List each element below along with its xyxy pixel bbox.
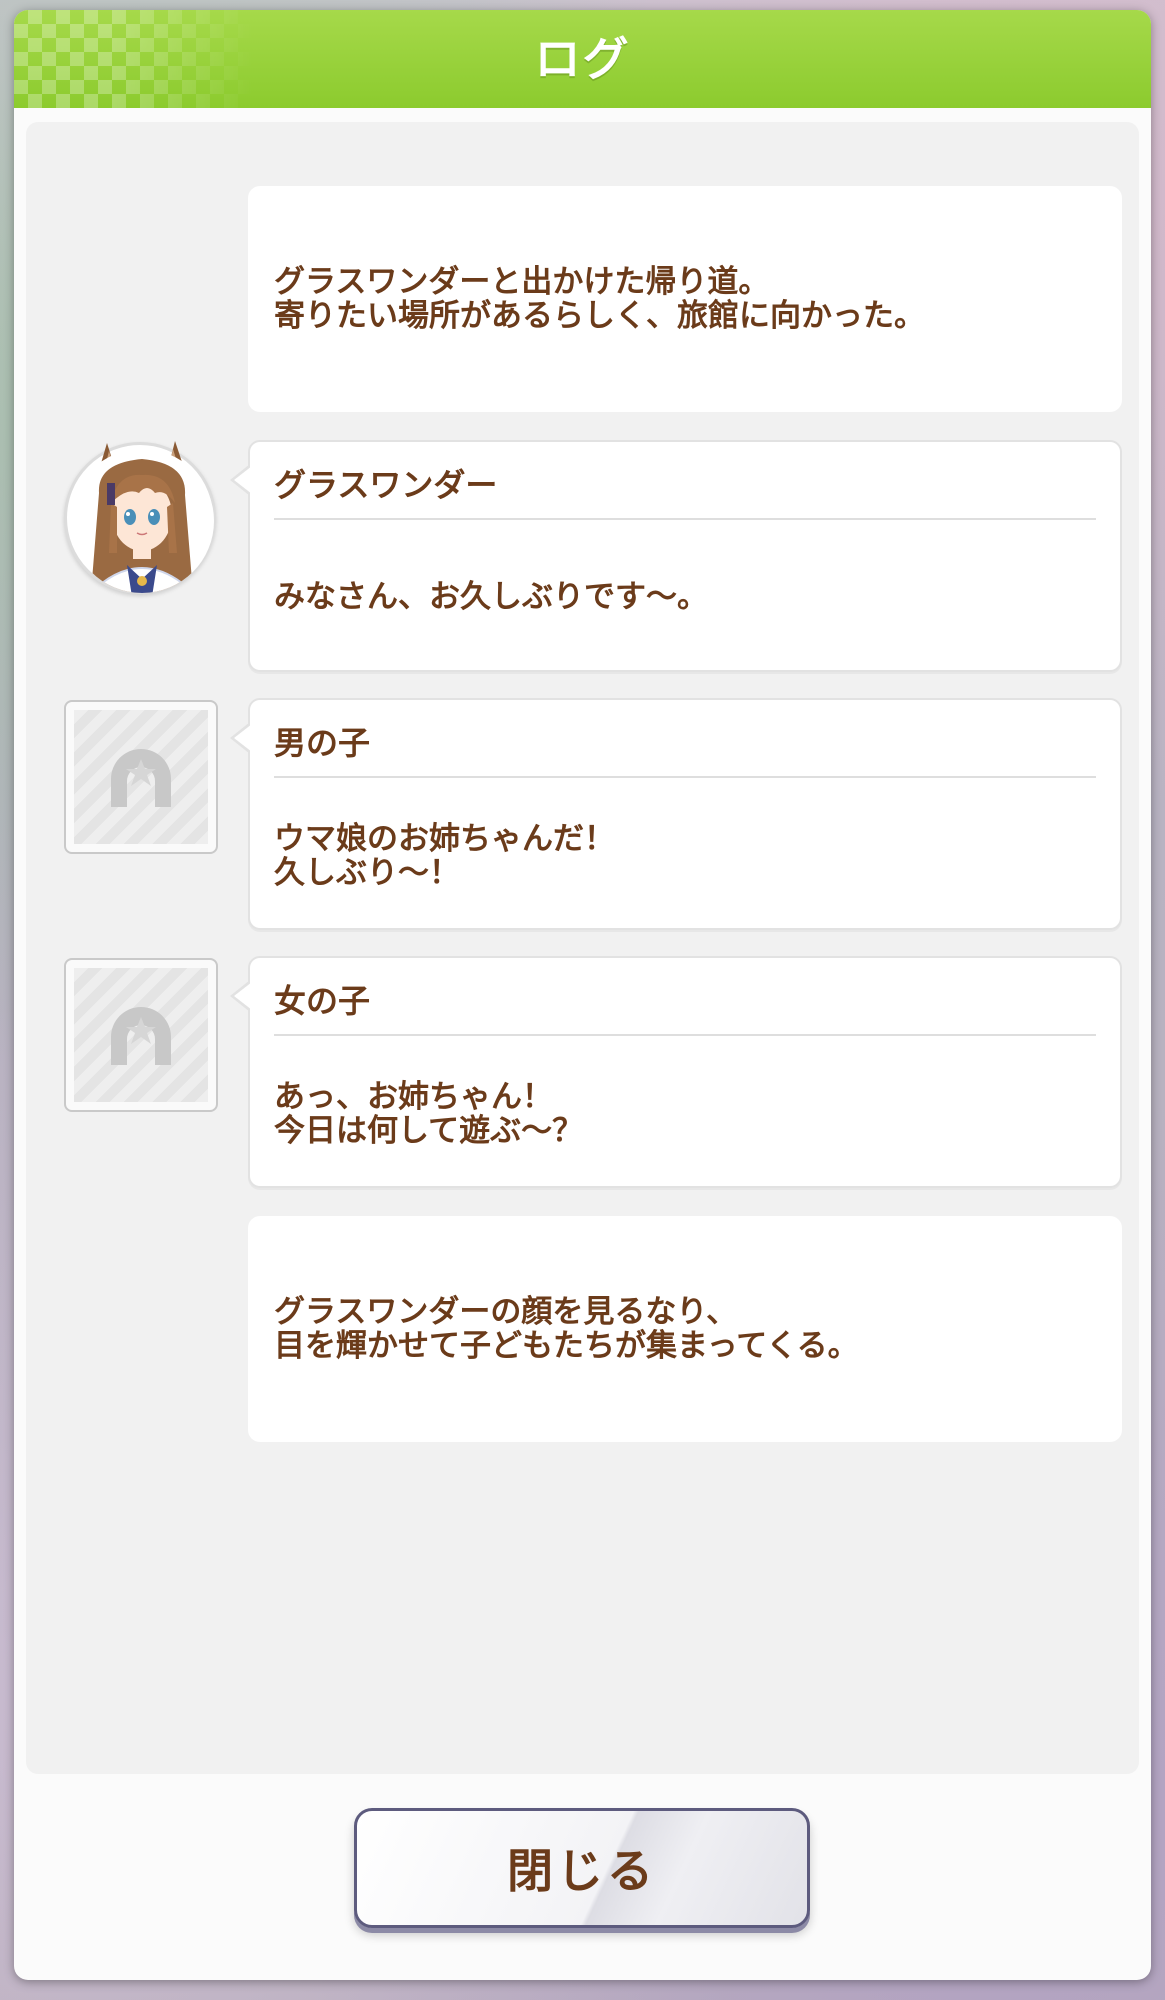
placeholder-avatar	[64, 700, 218, 854]
dialogue-text: あっ、お姉ちゃん！ 今日は何して遊ぶ～？	[274, 1079, 584, 1149]
character-portrait	[70, 441, 214, 593]
dialog-title: ログ	[534, 32, 631, 86]
dialogue-entry: グラスワンダー みなさん、お久しぶりです～。	[230, 440, 1122, 672]
log-dialog: ログ グラスワンダーと出かけた帰り道。 寄りたい場所があるらしく、旅館に向かった…	[14, 10, 1151, 1980]
speaker-name: グラスワンダー	[274, 466, 498, 504]
narration-text: グラスワンダーと出かけた帰り道。 寄りたい場所があるらしく、旅館に向かった。	[274, 264, 925, 334]
dialogue-text: みなさん、お久しぶりです～。	[274, 579, 708, 615]
close-button[interactable]: 閉じる	[354, 1808, 810, 1928]
entry-divider	[274, 776, 1096, 778]
close-button-label: 閉じる	[507, 1844, 657, 1898]
character-avatar	[64, 441, 216, 594]
narration-entry: グラスワンダーと出かけた帰り道。 寄りたい場所があるらしく、旅館に向かった。	[248, 186, 1122, 412]
narration-text: グラスワンダーの顔を見るなり、 目を輝かせて子どもたちが集まってくる。	[274, 1294, 859, 1364]
entry-divider	[274, 518, 1096, 520]
narration-entry: グラスワンダーの顔を見るなり、 目を輝かせて子どもたちが集まってくる。	[248, 1216, 1122, 1442]
dialog-header: ログ	[14, 10, 1151, 108]
dialogue-text: ウマ娘のお姉ちゃんだ！ 久しぶり～！	[274, 821, 615, 891]
log-list[interactable]: グラスワンダーと出かけた帰り道。 寄りたい場所があるらしく、旅館に向かった。 グ…	[26, 122, 1139, 1774]
horseshoe-placeholder-icon	[111, 749, 171, 807]
placeholder-avatar	[64, 958, 218, 1112]
entry-divider	[274, 1034, 1096, 1036]
speaker-name: 男の子	[274, 724, 371, 762]
horseshoe-placeholder-icon	[111, 1007, 171, 1065]
speaker-name: 女の子	[274, 982, 371, 1020]
dialogue-entry: 男の子 ウマ娘のお姉ちゃんだ！ 久しぶり～！	[230, 698, 1122, 930]
dialogue-entry: 女の子 あっ、お姉ちゃん！ 今日は何して遊ぶ～？	[230, 956, 1122, 1188]
